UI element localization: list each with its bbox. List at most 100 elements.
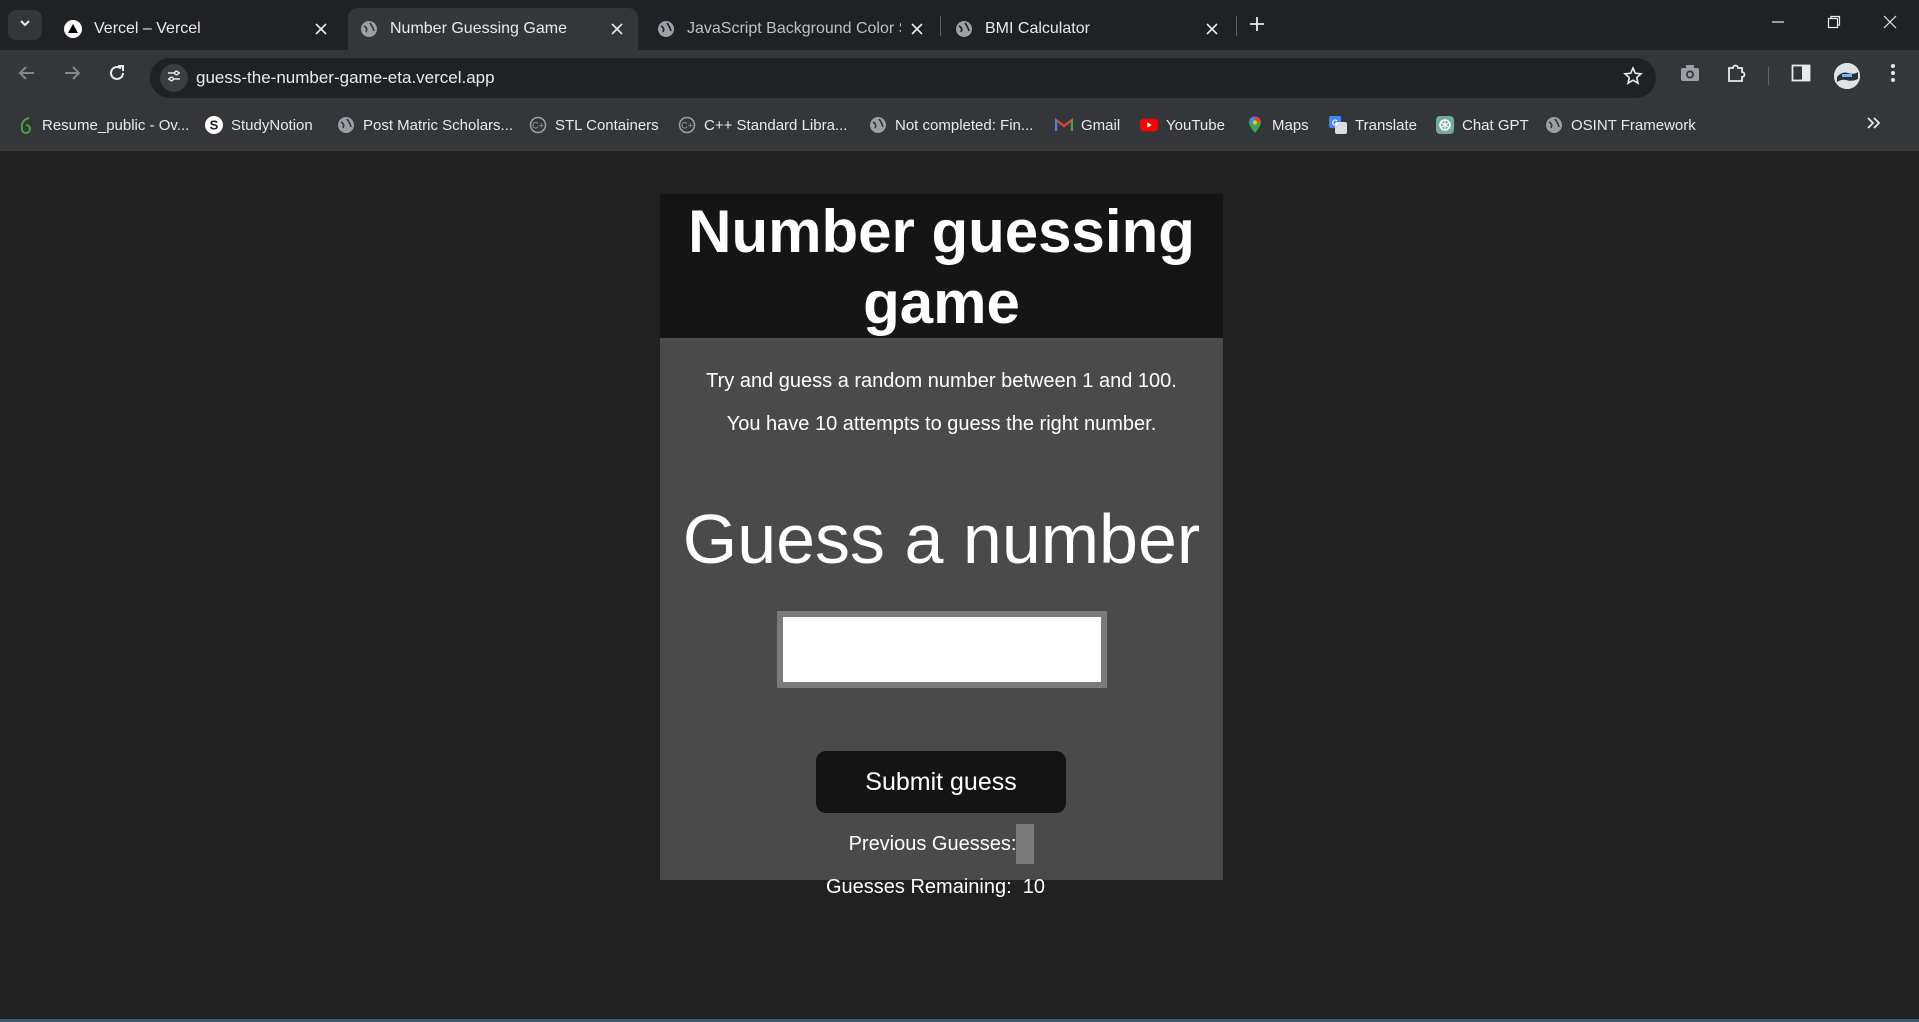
bookmark-cpp-stdlib[interactable]: C+ C++ Standard Libra... bbox=[678, 114, 847, 136]
close-icon[interactable] bbox=[909, 20, 925, 38]
site-info-button[interactable] bbox=[160, 64, 188, 92]
close-icon bbox=[1883, 15, 1897, 34]
side-panel-button[interactable] bbox=[1788, 62, 1814, 88]
tab-title: BMI Calculator bbox=[985, 20, 1090, 37]
previous-guesses: Previous Guesses: bbox=[660, 824, 1223, 864]
tab-bmi-calculator[interactable]: BMI Calculator bbox=[943, 8, 1233, 50]
back-button[interactable] bbox=[12, 60, 42, 90]
page-title: Number guessing game bbox=[688, 198, 1195, 336]
bookmark-label: Post Matric Scholars... bbox=[363, 116, 514, 134]
guesses-remaining-label: Guesses Remaining: bbox=[826, 876, 1012, 898]
globe-icon bbox=[1545, 116, 1563, 134]
previous-guesses-value bbox=[1016, 824, 1035, 864]
bookmark-studynotion[interactable]: S StudyNotion bbox=[205, 114, 313, 136]
globe-icon bbox=[869, 116, 887, 134]
close-icon[interactable] bbox=[1203, 20, 1221, 38]
guess-input[interactable] bbox=[777, 611, 1107, 688]
tab-strip: Vercel – Vercel Number Guessing Game Jav… bbox=[0, 0, 1919, 50]
close-icon[interactable] bbox=[608, 20, 626, 38]
page-viewport: Number guessing game Try and guess a ran… bbox=[0, 151, 1919, 1020]
svg-text:G: G bbox=[1332, 119, 1338, 128]
kebab-menu-icon bbox=[1890, 63, 1896, 88]
tab-number-guessing-game[interactable]: Number Guessing Game bbox=[348, 8, 638, 50]
globe-icon bbox=[657, 20, 675, 38]
url-text[interactable]: guess-the-number-game-eta.vercel.app bbox=[196, 68, 495, 88]
tab-separator bbox=[940, 16, 941, 36]
tab-javascript-bg-color[interactable]: JavaScript Background Color Sw bbox=[645, 8, 937, 50]
tab-title: JavaScript Background Color Sw bbox=[687, 20, 901, 37]
cplusplus-icon: C+ bbox=[529, 116, 547, 134]
tab-separator bbox=[345, 16, 346, 36]
translate-icon: G bbox=[1329, 116, 1347, 134]
bookmark-label: OSINT Framework bbox=[1571, 116, 1696, 134]
side-panel-icon bbox=[1791, 64, 1811, 87]
bookmark-label: Chat GPT bbox=[1462, 116, 1529, 134]
browser-toolbar: guess-the-number-game-eta.vercel.app bbox=[0, 50, 1919, 100]
globe-icon bbox=[955, 20, 973, 38]
bookmark-not-completed[interactable]: Not completed: Fin... bbox=[869, 114, 1033, 136]
tab-title: Number Guessing Game bbox=[390, 20, 567, 37]
studynotion-icon: S bbox=[205, 116, 223, 134]
tab-vercel[interactable]: Vercel – Vercel bbox=[52, 8, 342, 50]
bookmark-label: Resume_public - Ov... bbox=[42, 116, 190, 134]
bookmark-star-button[interactable] bbox=[1622, 65, 1644, 89]
bookmark-label: YouTube bbox=[1166, 116, 1225, 134]
bookmark-label: StudyNotion bbox=[231, 116, 313, 134]
overleaf-icon bbox=[16, 116, 34, 134]
reload-icon bbox=[108, 64, 126, 87]
extensions-button[interactable] bbox=[1723, 62, 1749, 88]
submit-guess-button[interactable]: Submit guess bbox=[816, 751, 1066, 813]
minimize-button[interactable] bbox=[1750, 0, 1806, 48]
minimize-icon bbox=[1771, 15, 1785, 34]
profile-avatar[interactable] bbox=[1834, 63, 1860, 89]
tab-search-button[interactable] bbox=[8, 10, 42, 40]
guess-heading: Guess a number bbox=[682, 500, 1201, 578]
bookmark-label: Not completed: Fin... bbox=[895, 116, 1034, 134]
bookmark-post-matric[interactable]: Post Matric Scholars... bbox=[337, 114, 513, 136]
screenshot-button[interactable] bbox=[1677, 62, 1703, 88]
bookmark-stl-containers[interactable]: C+ STL Containers bbox=[529, 114, 659, 136]
bookmark-label: Gmail bbox=[1081, 116, 1121, 134]
restore-icon bbox=[1827, 15, 1841, 34]
chevron-down-icon bbox=[18, 16, 32, 35]
bookmark-maps[interactable]: Maps bbox=[1246, 114, 1309, 136]
restore-button[interactable] bbox=[1806, 0, 1862, 48]
close-window-button[interactable] bbox=[1862, 0, 1918, 48]
forward-button[interactable] bbox=[57, 60, 87, 90]
bookmark-label: STL Containers bbox=[555, 116, 659, 134]
svg-text:C+: C+ bbox=[681, 121, 693, 131]
bookmark-resume[interactable]: Resume_public - Ov... bbox=[16, 114, 189, 136]
game-header: Number guessing game bbox=[660, 194, 1223, 338]
arrow-left-icon bbox=[18, 64, 36, 87]
more-bookmarks-button[interactable] bbox=[1862, 113, 1886, 137]
bookmark-label: Maps bbox=[1272, 116, 1309, 134]
instruction-attempts: You have 10 attempts to guess the right … bbox=[726, 413, 1157, 435]
bookmark-gmail[interactable]: Gmail bbox=[1055, 114, 1120, 136]
bookmark-youtube[interactable]: YouTube bbox=[1140, 114, 1225, 136]
toolbar-separator bbox=[1768, 67, 1769, 85]
new-tab-button[interactable] bbox=[1243, 12, 1271, 40]
globe-icon bbox=[337, 116, 355, 134]
maps-pin-icon bbox=[1246, 116, 1264, 134]
game-container: Number guessing game Try and guess a ran… bbox=[660, 194, 1223, 880]
double-chevron-right-icon bbox=[1866, 116, 1882, 135]
bookmark-chatgpt[interactable]: Chat GPT bbox=[1436, 114, 1529, 136]
reload-button[interactable] bbox=[102, 60, 132, 90]
bookmark-translate[interactable]: G Translate bbox=[1329, 114, 1417, 136]
chatgpt-icon bbox=[1436, 116, 1454, 134]
close-icon[interactable] bbox=[312, 20, 330, 38]
bookmark-osint[interactable]: OSINT Framework bbox=[1545, 114, 1696, 136]
camera-icon bbox=[1679, 63, 1701, 88]
bookmarks-bar: Resume_public - Ov... S StudyNotion Post… bbox=[0, 100, 1919, 151]
arrow-right-icon bbox=[63, 64, 81, 87]
svg-text:S: S bbox=[210, 118, 219, 133]
bookmark-label: Translate bbox=[1355, 116, 1417, 134]
globe-icon bbox=[360, 20, 378, 38]
address-bar[interactable]: guess-the-number-game-eta.vercel.app bbox=[150, 58, 1656, 98]
cplusplus-icon: C+ bbox=[678, 116, 696, 134]
bookmark-label: C++ Standard Libra... bbox=[704, 116, 848, 134]
plus-icon bbox=[1249, 16, 1265, 37]
youtube-icon bbox=[1140, 116, 1158, 134]
puzzle-icon bbox=[1725, 62, 1747, 89]
chrome-menu-button[interactable] bbox=[1880, 62, 1906, 88]
